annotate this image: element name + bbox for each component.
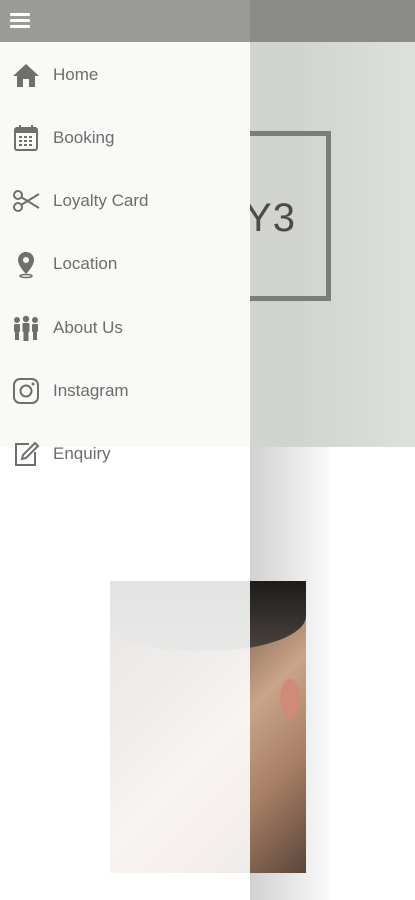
people-icon <box>11 313 41 343</box>
hamburger-menu-icon[interactable] <box>10 11 32 31</box>
menu-item-home[interactable]: Home <box>0 44 250 106</box>
menu-label-booking: Booking <box>53 128 115 147</box>
menu-item-loyalty-card[interactable]: Loyalty Card <box>0 170 250 232</box>
menu-label-home: Home <box>53 65 99 84</box>
menu-item-instagram[interactable]: Instagram <box>0 360 250 422</box>
menu-label-about-us: About Us <box>53 318 123 337</box>
menu-item-about-us[interactable]: About Us <box>0 297 250 359</box>
drawer-header <box>0 0 250 42</box>
instagram-icon <box>11 376 41 406</box>
drawer-menu: Home Booking Loyalty Card Location About… <box>0 43 250 466</box>
map-pin-icon <box>11 249 41 279</box>
photo-ear <box>280 679 300 719</box>
menu-label-loyalty-card: Loyalty Card <box>53 191 149 210</box>
calendar-icon <box>11 123 41 153</box>
menu-label-instagram: Instagram <box>53 381 129 400</box>
menu-item-location[interactable]: Location <box>0 233 250 295</box>
home-icon <box>11 60 41 90</box>
menu-item-enquiry[interactable]: Enquiry <box>0 423 250 485</box>
menu-label-enquiry: Enquiry <box>53 444 111 463</box>
menu-label-location: Location <box>53 254 118 273</box>
menu-item-booking[interactable]: Booking <box>0 107 250 169</box>
navigation-drawer: Home Booking Loyalty Card Location About… <box>0 0 250 900</box>
edit-icon <box>11 439 41 469</box>
scissors-icon <box>11 186 41 216</box>
